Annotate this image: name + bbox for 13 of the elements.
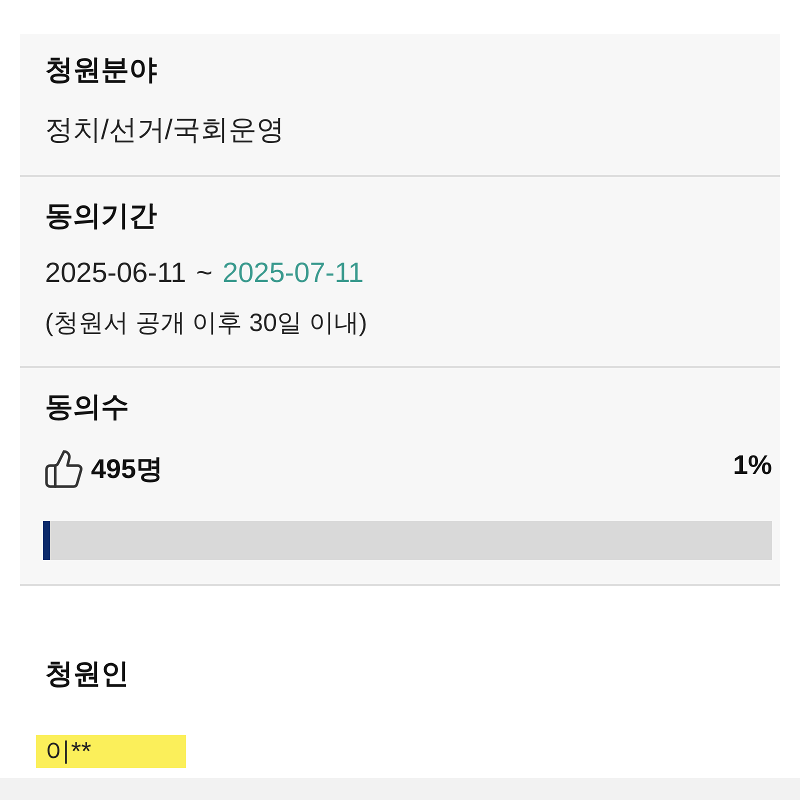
field-value: 정치/선거/국회운영 [45,113,286,147]
period-note: (청원서 공개 이후 30일 이내) [45,308,368,339]
agree-count: 495명 [91,453,164,486]
petitioner-name: 이** [36,735,186,768]
start-date: 2025-06-11 [45,256,186,290]
agree-percent: 1% [732,449,772,482]
field-title: 동의수 [45,390,130,424]
thumbs-up-icon [43,447,85,491]
field-title: 동의기간 [45,199,158,233]
field-title: 청원분야 [45,53,158,87]
petitioner-title: 청원인 [45,657,130,691]
date-separator: ~ [196,256,213,290]
end-date: 2025-07-11 [222,256,364,290]
